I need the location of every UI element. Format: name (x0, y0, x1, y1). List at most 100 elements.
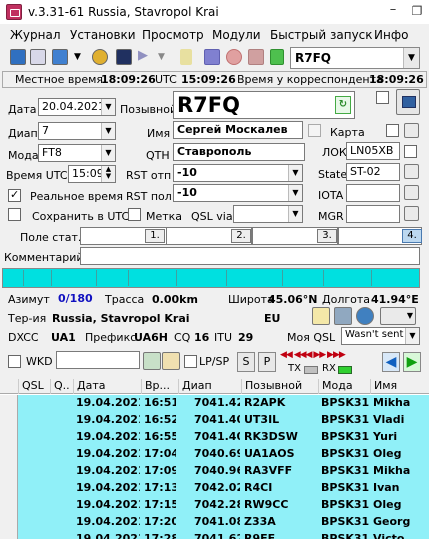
minimize-button[interactable]: – (384, 0, 402, 22)
menu-modules[interactable]: Модули (212, 28, 261, 42)
stat-button-2[interactable]: 2. (231, 229, 251, 243)
print-icon[interactable] (30, 49, 46, 65)
chevron-down-icon[interactable]: ▼ (405, 328, 419, 344)
tools-icon[interactable] (92, 49, 108, 65)
status-icon[interactable] (270, 49, 284, 65)
row-selector[interactable] (0, 395, 18, 412)
chevron-down-icon[interactable]: ▼ (101, 123, 115, 139)
col-callsign[interactable]: Позывной (241, 379, 318, 394)
name-field[interactable]: Сергей Москалев (173, 121, 303, 139)
row-selector[interactable] (0, 429, 18, 446)
stat-button-1[interactable]: 1. (145, 229, 165, 243)
date-field[interactable]: 20.04.2021 ▼ (38, 98, 116, 116)
more-icon[interactable]: ▼ (380, 307, 416, 325)
rotate-icon[interactable] (143, 352, 161, 370)
qth-field[interactable]: Ставрополь (173, 143, 305, 161)
play-icon[interactable]: ▶ (138, 49, 154, 65)
callsign-field[interactable]: R7FQ ↻ (173, 91, 355, 119)
table-row[interactable]: 19.04.2021 16:55 7041.40 RK3DSW BPSK31 Yuri (0, 429, 429, 446)
table-row[interactable]: 19.04.2021 17:09 7040.96 RA3VFF BPSK31 Mikha (0, 463, 429, 480)
menu-view[interactable]: Просмотр (142, 28, 204, 42)
band-select[interactable]: 7 ▼ (38, 122, 116, 140)
table-row[interactable]: 19.04.2021 16:51 7041.42 R2APK BPSK31 Mikha (0, 395, 429, 412)
loc-field[interactable]: LN05XB (346, 142, 400, 160)
callsign-select[interactable]: R7FQ ▼ (290, 47, 420, 69)
table-row[interactable]: 19.04.2021 17:13 7042.02 R4CI BPSK31 Ivan (0, 480, 429, 497)
col-name[interactable]: Имя (370, 379, 429, 394)
chevron-down-icon[interactable]: ▼ (288, 206, 302, 222)
wkd-checkbox[interactable] (8, 355, 21, 368)
arrow-right-icon[interactable]: ▶ (403, 352, 421, 372)
row-selector[interactable] (0, 514, 18, 531)
row-selector[interactable] (0, 446, 18, 463)
spin-icon[interactable]: ▲ ▼ (101, 166, 115, 182)
loc-checkbox[interactable] (404, 145, 417, 158)
record-icon[interactable] (226, 49, 242, 65)
save-qso-button[interactable] (396, 89, 420, 115)
col-mode[interactable]: Мода (318, 379, 370, 394)
grid-icon[interactable] (52, 49, 68, 65)
mark-checkbox[interactable] (128, 208, 141, 221)
table-row[interactable]: 19.04.2021 17:20 7041.08 Z33A BPSK31 Georg (0, 514, 429, 531)
realtime-checkbox[interactable] (8, 188, 21, 202)
stat-button-4[interactable]: 4. (402, 229, 422, 243)
table-row[interactable]: 19.04.2021 17:15 7042.28 RW9CC BPSK31 Oleg (0, 497, 429, 514)
doc-icon[interactable] (312, 307, 330, 325)
chevron-down-icon[interactable]: ▼ (403, 48, 419, 68)
comment-field[interactable] (80, 247, 420, 265)
menu-settings[interactable]: Установки (70, 28, 136, 42)
row-selector[interactable] (0, 463, 18, 480)
row-selector[interactable] (0, 531, 18, 539)
menu-info[interactable]: Инфо (374, 28, 408, 42)
qsl-card-icon[interactable] (334, 307, 352, 325)
iota-field[interactable] (346, 184, 400, 202)
chevron-down-icon[interactable]: ▼ (288, 185, 302, 201)
table-row[interactable]: 19.04.2021 17:04 7040.69 UA1AOS BPSK31 Oleg (0, 446, 429, 463)
map-button[interactable] (404, 123, 419, 138)
stat-button-3[interactable]: 3. (317, 229, 337, 243)
menu-journal[interactable]: Журнал (10, 28, 61, 42)
s-button[interactable]: S (237, 352, 255, 372)
rotator-arrows-icon[interactable]: ◀◀ ◀◀◀ ▶▶ ▶▶▶ (280, 350, 376, 362)
arrow-left-icon[interactable]: ◀ (382, 352, 400, 372)
mode-select[interactable]: FT8 ▼ (38, 144, 116, 162)
broom-icon[interactable] (162, 352, 180, 370)
state-field[interactable]: ST-02 (346, 163, 400, 181)
chevron-down-icon[interactable]: ▼ (288, 165, 302, 181)
p-button[interactable]: P (258, 352, 276, 372)
play-dropdown-icon[interactable]: ▼ (158, 49, 174, 65)
save-icon[interactable] (10, 49, 26, 65)
stop-record-icon[interactable] (248, 49, 264, 65)
chevron-down-icon[interactable]: ▼ (101, 145, 115, 161)
map-checkbox[interactable] (308, 124, 321, 137)
col-date[interactable]: Дата (73, 379, 141, 394)
iota-button[interactable] (404, 185, 419, 200)
save-utc-checkbox[interactable] (8, 208, 21, 221)
menu-quick-launch[interactable]: Быстрый запуск (270, 28, 373, 42)
utc-field[interactable]: 15:09 ▲ ▼ (68, 165, 116, 183)
row-selector[interactable] (0, 497, 18, 514)
calendar-dropdown-icon[interactable]: ▼ (101, 99, 115, 115)
mgr-button[interactable] (404, 206, 419, 221)
stop-icon[interactable] (204, 49, 220, 65)
map-option-checkbox[interactable] (386, 124, 399, 137)
qsl-via-select[interactable]: ▼ (233, 205, 303, 223)
table-row[interactable]: 19.04.2021 17:28 7041.62 R9FE BPSK31 Victo (0, 531, 429, 539)
refresh-icon[interactable]: ↻ (335, 96, 351, 114)
rst-rcvd-select[interactable]: -10 ▼ (173, 184, 303, 202)
pause-icon[interactable] (180, 49, 192, 65)
my-qsl-select[interactable]: Wasn't sent ▼ (341, 327, 420, 345)
col-q[interactable]: Q.. (50, 379, 74, 394)
col-time[interactable]: Вр... (141, 379, 178, 394)
callsign-checkbox[interactable] (376, 91, 389, 104)
row-selector[interactable] (0, 412, 18, 429)
state-button[interactable] (404, 164, 419, 179)
dropdown-icon[interactable]: ▼ (74, 49, 90, 65)
lpsp-checkbox[interactable] (184, 355, 197, 368)
table-row[interactable]: 19.04.2021 16:52 7041.40 UT3IL BPSK31 Vladi (0, 412, 429, 429)
web-icon[interactable] (356, 307, 374, 325)
rst-sent-select[interactable]: -10 ▼ (173, 164, 303, 182)
col-band[interactable]: Диап (178, 379, 241, 394)
wkd-field[interactable] (56, 351, 140, 369)
restore-button[interactable]: ❐ (408, 0, 426, 22)
